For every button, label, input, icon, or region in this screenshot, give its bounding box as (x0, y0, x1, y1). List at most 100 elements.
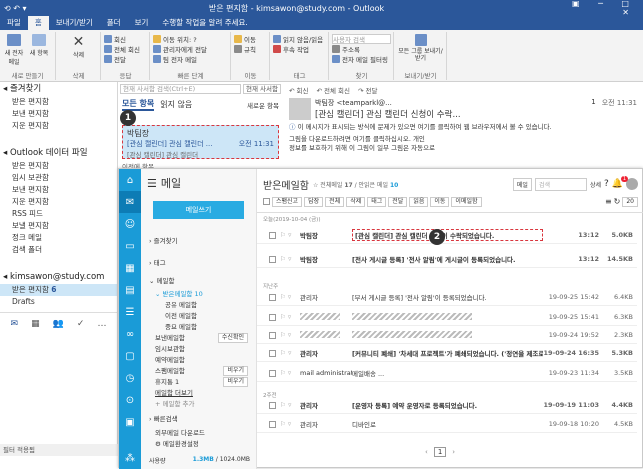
page-1[interactable]: 1 (433, 447, 447, 457)
df-junk[interactable]: 정크 메일 (0, 232, 117, 244)
mail-row[interactable]: ⚐ ▿ 박팀장 [관심 캘린더] 관심 캘린더 신청이 수락되었습니다. 13:12 5… (257, 227, 637, 244)
tasks-module-icon[interactable]: ✓ (77, 319, 85, 329)
selected-message-item[interactable]: 박팀장 [관심 캘린더] 관심 캘린더 ... 오전 11:31 [관심 캘린더]… (122, 125, 279, 159)
side-tags[interactable]: › 태그 (149, 253, 248, 273)
df-search[interactable]: 검색 폴더 (0, 244, 117, 256)
mail-row[interactable]: ⚐ ▿ 박팀장 [전사 게시글 등록] '전사 알림'에 게시글이 등록되었습니다.… (257, 251, 637, 268)
move-button[interactable]: 이동 (234, 34, 267, 44)
refresh-icon[interactable]: ↻ (614, 197, 621, 206)
quickstep-team[interactable]: 팀 전자 메일 (153, 54, 228, 64)
account-header[interactable]: ◂ kimsawon@study.com (0, 270, 117, 284)
info-bar[interactable]: ⓘ 이 메시지가 표시되는 방식에 문제가 있으면 여기를 클릭하여 웹 브라우… (283, 120, 643, 135)
timer-icon[interactable]: ⊙ (119, 389, 141, 411)
mailbox-search-input[interactable]: 현재 사서함 검색(Ctrl+E) (120, 84, 242, 94)
row-subject[interactable]: [부서 게시글 등록] '전사 알림'이 등록되었습니다. (352, 292, 543, 302)
address-book-button[interactable]: 주소록 (332, 44, 391, 54)
forward-button[interactable]: 전달 (388, 196, 408, 207)
tab-folder[interactable]: 폴더 (100, 16, 128, 30)
delete-button[interactable]: ✕ 삭제 (57, 32, 100, 59)
row-checkbox[interactable] (269, 349, 276, 357)
row-subject[interactable]: [관심 캘린더] 관심 캘린더 신청이 수락되었습니다. (352, 229, 543, 241)
search-people-input[interactable]: 사용자 검색 (332, 34, 391, 44)
read-forward-button[interactable]: ↷ 전달 (358, 85, 377, 95)
flag-icon[interactable]: ⚐ ▿ (280, 401, 300, 409)
delete-button[interactable]: 삭제 (346, 196, 366, 207)
fav-deleted[interactable]: 지운 편지함 (0, 120, 117, 132)
search-scope-select[interactable]: 현재 사서함 (243, 84, 281, 94)
quick-access-icons[interactable]: ⟲ ↶ ▾ (0, 4, 40, 13)
help-icon[interactable]: ? (604, 179, 609, 189)
bell-icon[interactable]: 🔔 1 (612, 176, 628, 189)
follow-up-button[interactable]: 후속 작업 (273, 44, 326, 54)
tab-home[interactable]: 홈 (27, 16, 49, 30)
document-icon[interactable]: ▤ (119, 279, 141, 301)
read-receipt-button[interactable]: 수신확인 (217, 333, 248, 343)
side-shared[interactable]: 공유 메일함 (149, 300, 248, 311)
mail-row[interactable]: ⚐ ▿ 19-09-25 15:41 6.3KB (257, 309, 637, 326)
row-checkbox[interactable] (269, 331, 276, 339)
row-subject[interactable]: 메일배송 ... (352, 368, 543, 378)
clock-icon[interactable]: ◷ (119, 367, 141, 389)
compose-button[interactable]: 메일쓰기 (153, 201, 244, 219)
survey-icon[interactable]: ▣ (119, 411, 141, 433)
read-button[interactable]: 읽음 (409, 196, 429, 207)
tab-view[interactable]: 보기 (128, 16, 156, 30)
df-sent[interactable]: 보낸 편지함 (0, 184, 117, 196)
move-button[interactable]: 이동 (430, 196, 450, 207)
row-subject[interactable]: [전사 게시글 등록] '전사 알림'에 게시글이 등록되었습니다. (352, 254, 543, 264)
empty-spam-button[interactable]: 비우기 (223, 366, 248, 376)
df-outbox[interactable]: 보낼 편지함 (0, 220, 117, 232)
side-important[interactable]: 중요 메일함 (149, 322, 248, 333)
flag-icon[interactable]: ⚐ ▿ (280, 420, 300, 428)
row-subject[interactable] (352, 312, 543, 322)
reply-all-button[interactable]: 전체 회신 (104, 44, 147, 54)
flag-icon[interactable]: ⚐ ▿ (280, 255, 300, 263)
prev-page-icon[interactable]: ‹ (425, 448, 428, 456)
side-favorites[interactable]: › 즐겨찾기 (149, 229, 248, 253)
side-previous[interactable]: 이전 메일함 (149, 311, 248, 322)
flag-icon[interactable]: ⚐ ▿ (280, 313, 300, 321)
filter-email-button[interactable]: 전자 메일 필터링 (332, 54, 391, 64)
flag-icon[interactable]: ⚐ ▿ (280, 349, 300, 357)
folder-icon[interactable]: ▭ (119, 235, 141, 257)
acc-drafts[interactable]: Drafts (0, 296, 117, 308)
people-module-icon[interactable]: 👥 (53, 319, 64, 329)
tell-me-box[interactable]: 수행할 작업을 알려 주세요. (155, 16, 254, 30)
side-mailboxes[interactable]: ⌄ 메일함 (149, 273, 248, 289)
row-checkbox[interactable] (269, 231, 276, 239)
rules-button[interactable]: 규칙 (234, 44, 267, 54)
user-icon[interactable]: ☺ (119, 213, 141, 235)
flag-icon[interactable]: ⚐ ▿ (280, 293, 300, 301)
empty-trash-button[interactable]: 비우기 (223, 377, 248, 387)
flag-icon[interactable]: ⚐ ▿ (280, 331, 300, 339)
df-inbox[interactable]: 받은 편지함 (0, 160, 117, 172)
side-add-mailbox[interactable]: + 메일함 추가 (149, 399, 248, 410)
data-file-header[interactable]: ◂ Outlook 데이터 파일 (0, 146, 117, 160)
webmail-search-input[interactable]: 검색 (534, 177, 587, 191)
list-icon[interactable]: ☰ (119, 301, 141, 323)
read-reply-all-button[interactable]: ↶ 전체 회신 (316, 85, 350, 95)
apps-grid-icon[interactable]: ⁂ (119, 447, 141, 469)
row-checkbox[interactable] (269, 255, 276, 263)
forward-button[interactable]: 전달 (104, 54, 147, 64)
row-checkbox[interactable] (269, 420, 276, 428)
search-scope[interactable]: 메일 (512, 177, 532, 191)
mail-icon[interactable]: ✉ (119, 191, 141, 213)
flag-icon[interactable]: ⚐ ▿ (280, 231, 300, 239)
mail-row[interactable]: ⚐ ▿ 관리자 [커뮤니티 폐쇄] '차세대 프로젝트'가 폐쇄되었습니다. ('정… (257, 345, 637, 362)
new-email-button[interactable]: 새 전자 메일 (4, 34, 24, 66)
chat-icon[interactable]: ▢ (119, 345, 141, 367)
side-inbox[interactable]: ⌄ 받은메일함 10 (149, 289, 248, 300)
side-external-download[interactable]: 외부메일 다운로드 (149, 428, 248, 439)
tab-file[interactable]: 파일 (0, 16, 28, 30)
select-all-checkbox[interactable] (263, 198, 270, 205)
side-drafts[interactable]: 임시보관함 (149, 344, 248, 355)
tag-button[interactable]: 태그 (367, 196, 387, 207)
mailbox-button[interactable]: 이메일함 (451, 196, 482, 207)
side-sent[interactable]: 보낸메일함 수신확인 (149, 333, 248, 344)
calendar-module-icon[interactable]: ▦ (31, 319, 40, 329)
side-trash[interactable]: 휴지통 1 비우기 (149, 377, 248, 388)
fav-inbox[interactable]: 받은 편지함 (0, 96, 117, 108)
sort-select[interactable]: 새로운 항목 (247, 100, 279, 110)
mail-row[interactable]: ⚐ ▿ 관리자 디바인로 19-09-18 10:20 4.5KB (257, 416, 637, 433)
